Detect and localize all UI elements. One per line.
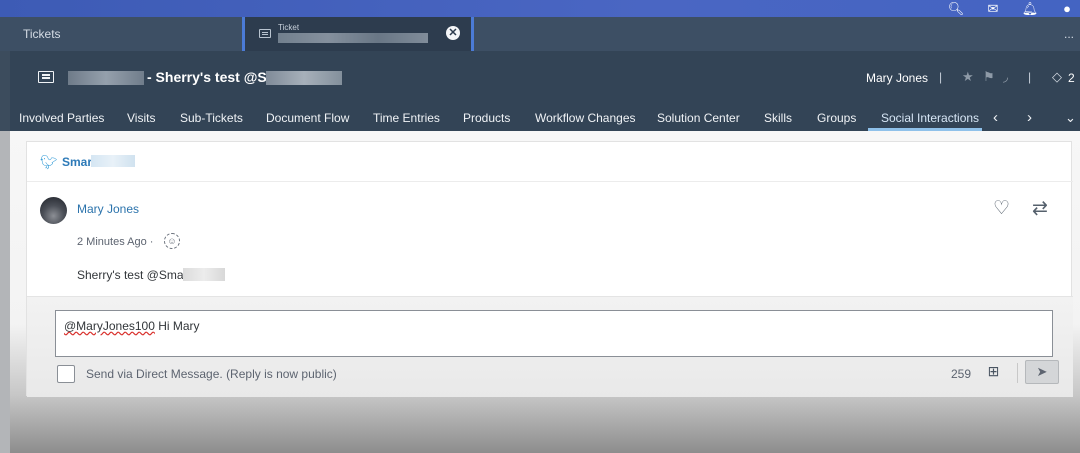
tab-ticket[interactable]: Ticket ✕: [242, 17, 474, 51]
character-count: 259: [951, 367, 972, 381]
direct-message-label: Send via Direct Message. (Reply is now p…: [86, 367, 337, 381]
redacted-ticket-id: [68, 71, 144, 85]
reply-input[interactable]: @MaryJones100 Hi Mary: [55, 310, 1053, 357]
tab-ticket-redacted-title: [278, 33, 428, 43]
tab-visits[interactable]: Visits: [127, 111, 155, 125]
tab-tickets-label: Tickets: [23, 27, 61, 41]
twitter-icon: 🐦︎: [40, 154, 58, 170]
tag-count: 2: [1068, 71, 1075, 85]
tab-skills[interactable]: Skills: [764, 111, 792, 125]
social-interactions-panel: 🐦︎ Smar Mary Jones 2 Minutes Ago · ☺ She…: [10, 131, 1080, 453]
page-title: - Sherry's test @S: [147, 69, 267, 85]
tab-time-entries[interactable]: Time Entries: [373, 111, 440, 125]
tag-icon[interactable]: ◇: [1052, 69, 1062, 85]
tab-social-interactions[interactable]: Social Interactions: [881, 111, 979, 125]
left-edge: [0, 131, 10, 453]
star-icon[interactable]: ★: [962, 69, 974, 85]
more-icon[interactable]: ...: [1064, 27, 1074, 41]
post-text: Sherry's test @Smar: [77, 268, 188, 282]
object-header: - Sherry's test @S Mary Jones | ★ ⚑ ◞ | …: [10, 51, 1080, 104]
tab-involved-parties[interactable]: Involved Parties: [19, 111, 104, 125]
tab-workflow-changes[interactable]: Workflow Changes: [535, 111, 636, 125]
tab-bar: Tickets Ticket ✕ ...: [0, 17, 1080, 51]
direct-message-checkbox[interactable]: [57, 365, 75, 383]
chevron-left-icon[interactable]: ‹: [993, 109, 998, 126]
post-author[interactable]: Mary Jones: [77, 202, 139, 216]
tab-solution-center[interactable]: Solution Center: [657, 111, 740, 125]
tab-products[interactable]: Products: [463, 111, 510, 125]
social-post-card: 🐦︎ Smar Mary Jones 2 Minutes Ago · ☺ She…: [26, 141, 1073, 397]
avatar: [40, 197, 67, 224]
tab-tickets[interactable]: Tickets: [10, 17, 242, 51]
feedback-icon[interactable]: ✉︎: [983, 0, 1003, 17]
tab-groups[interactable]: Groups: [817, 111, 856, 125]
user-icon[interactable]: ●: [1057, 0, 1077, 17]
social-account-name[interactable]: Smar: [62, 155, 92, 169]
ticket-doc-icon: [259, 29, 271, 38]
heart-icon[interactable]: ♡: [993, 197, 1010, 220]
send-button[interactable]: ➤: [1025, 360, 1059, 384]
shell-bar: 🔍︎ ✉︎ 🔔︎ ●: [0, 0, 1080, 17]
redacted-account: [91, 155, 135, 167]
assigned-user[interactable]: Mary Jones: [866, 71, 928, 85]
post-timestamp: 2 Minutes Ago ·: [77, 236, 154, 248]
notifications-icon[interactable]: 🔔︎: [1020, 0, 1040, 17]
facet-tabs: Involved Parties Visits Sub-Tickets Docu…: [10, 104, 1080, 131]
flag-icon[interactable]: ⚑: [983, 69, 995, 85]
tab-sub-tickets[interactable]: Sub-Tickets: [180, 111, 243, 125]
reply-text: Hi Mary: [154, 319, 200, 333]
reply-area: @MaryJones100 Hi Mary Send via Direct Me…: [27, 296, 1073, 397]
rss-icon[interactable]: ◞: [1003, 69, 1008, 85]
reply-mention: @MaryJones100: [64, 319, 155, 333]
card-header: 🐦︎ Smar: [27, 142, 1073, 182]
tab-document-flow[interactable]: Document Flow: [266, 111, 349, 125]
redacted-handle: [266, 71, 342, 85]
chevron-right-icon[interactable]: ›: [1027, 109, 1032, 126]
sentiment-icon[interactable]: ☺: [164, 233, 180, 249]
redacted-post-handle: [183, 268, 225, 281]
chevron-down-icon[interactable]: ⌄: [1065, 110, 1076, 126]
header-separator: |: [1028, 70, 1032, 84]
retweet-icon[interactable]: ⇄: [1032, 197, 1048, 220]
ticket-list-icon: [38, 71, 54, 83]
add-attachment-icon[interactable]: ⊞: [985, 363, 1002, 380]
tab-ticket-caption: Ticket: [278, 23, 300, 32]
toolbar-divider: [1017, 363, 1018, 383]
header-separator: |: [939, 70, 943, 84]
close-icon[interactable]: ✕: [446, 26, 460, 40]
search-icon[interactable]: 🔍︎: [946, 0, 966, 17]
